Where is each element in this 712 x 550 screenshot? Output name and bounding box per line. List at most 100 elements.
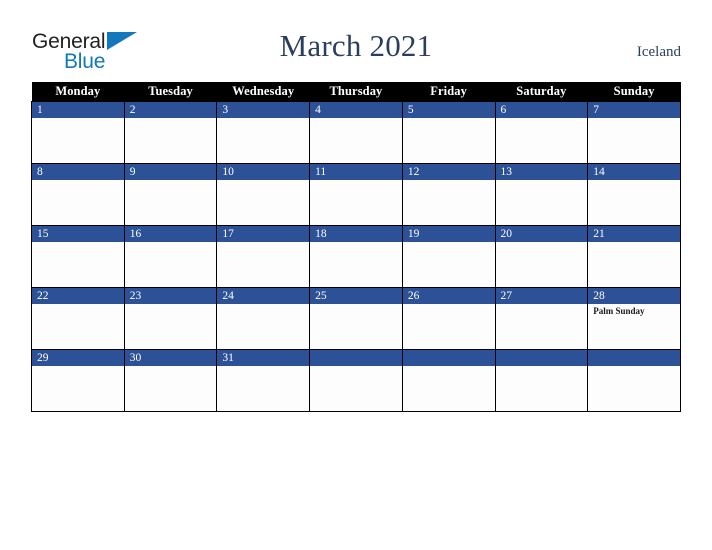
day-number: 9 (124, 164, 217, 180)
day-cell[interactable]: 31 (216, 349, 311, 412)
day-cell[interactable]: 4 (309, 101, 403, 164)
day-cell[interactable]: 1 (31, 101, 125, 164)
day-event (217, 366, 309, 368)
day-cell[interactable]: 23 (123, 287, 218, 350)
day-cell[interactable]: 13 (494, 163, 589, 226)
day-cell[interactable] (401, 349, 496, 412)
weekday-header-wednesday: Wednesday (216, 82, 310, 102)
day-event (403, 304, 495, 306)
day-cell[interactable]: 5 (401, 101, 496, 164)
day-cell[interactable]: 25 (309, 287, 403, 350)
day-number: 4 (310, 102, 402, 118)
day-event (496, 118, 588, 120)
day-cell[interactable]: 3 (216, 101, 311, 164)
day-event (496, 366, 588, 368)
day-cell[interactable]: 30 (123, 349, 218, 412)
day-event (125, 118, 217, 120)
weekday-header-friday: Friday (402, 82, 496, 102)
day-cell[interactable]: 6 (494, 101, 589, 164)
day-event (588, 180, 680, 182)
day-cell[interactable]: 12 (401, 163, 496, 226)
day-event (217, 180, 309, 182)
day-event (588, 242, 680, 244)
day-cell[interactable]: 26 (401, 287, 496, 350)
day-number: 27 (495, 288, 588, 304)
day-cell[interactable]: 11 (309, 163, 403, 226)
day-cell[interactable]: 14 (587, 163, 681, 226)
week-row: 15 16 17 18 19 20 21 (31, 225, 681, 288)
weekday-header-sunday: Sunday (587, 82, 681, 102)
day-cell[interactable]: 7 (587, 101, 681, 164)
day-cell[interactable]: 24 (216, 287, 311, 350)
day-cell[interactable]: 22 (31, 287, 125, 350)
day-cell[interactable]: 18 (309, 225, 403, 288)
day-number: 25 (310, 288, 402, 304)
day-event (403, 242, 495, 244)
day-number: 13 (495, 164, 588, 180)
week-row: 29 30 31 (31, 349, 681, 412)
day-cell[interactable]: 28 Palm Sunday (587, 287, 681, 350)
day-cell[interactable] (309, 349, 403, 412)
day-event (217, 118, 309, 120)
day-event (125, 180, 217, 182)
day-event (32, 242, 124, 244)
day-number: 31 (217, 350, 310, 366)
day-event (403, 118, 495, 120)
day-event (125, 304, 217, 306)
day-event (588, 118, 680, 120)
day-cell[interactable] (494, 349, 589, 412)
day-number: 22 (32, 288, 124, 304)
day-cell[interactable] (587, 349, 681, 412)
day-cell[interactable]: 9 (123, 163, 218, 226)
day-number (588, 350, 680, 366)
day-cell[interactable]: 20 (494, 225, 589, 288)
day-number: 30 (124, 350, 217, 366)
day-number: 24 (217, 288, 310, 304)
day-cell[interactable]: 15 (31, 225, 125, 288)
day-event (32, 118, 124, 120)
day-number: 28 (588, 288, 680, 304)
day-cell[interactable]: 17 (216, 225, 311, 288)
day-number: 14 (588, 164, 680, 180)
region-label: Iceland (636, 44, 681, 60)
weekday-header-saturday: Saturday (495, 82, 588, 102)
day-number (402, 350, 495, 366)
day-event (588, 366, 680, 368)
weekday-header-tuesday: Tuesday (124, 82, 217, 102)
page-header: General Blue March 2021 Iceland (0, 0, 712, 82)
day-number: 21 (588, 226, 680, 242)
day-event (496, 242, 588, 244)
day-number: 18 (310, 226, 402, 242)
day-number: 11 (310, 164, 402, 180)
day-number: 3 (217, 102, 310, 118)
day-event (496, 180, 588, 182)
day-number: 15 (32, 226, 124, 242)
day-number: 12 (402, 164, 495, 180)
day-event (32, 366, 124, 368)
weekday-header-monday: Monday (31, 82, 125, 102)
day-event (310, 118, 402, 120)
weekday-header-thursday: Thursday (309, 82, 403, 102)
day-cell[interactable]: 16 (123, 225, 218, 288)
day-cell[interactable]: 19 (401, 225, 496, 288)
week-row: 8 9 10 11 12 13 14 (31, 163, 681, 226)
day-event (125, 366, 217, 368)
day-cell[interactable]: 8 (31, 163, 125, 226)
day-event (310, 366, 402, 368)
day-cell[interactable]: 21 (587, 225, 681, 288)
day-cell[interactable]: 27 (494, 287, 589, 350)
day-event (217, 242, 309, 244)
day-event: Palm Sunday (593, 306, 645, 316)
day-event (496, 304, 588, 306)
day-event (310, 242, 402, 244)
day-number: 5 (402, 102, 495, 118)
day-number: 19 (402, 226, 495, 242)
day-cell[interactable]: 2 (123, 101, 218, 164)
week-row: 22 23 24 25 26 27 28 Palm Sunday (31, 287, 681, 350)
day-number: 26 (402, 288, 495, 304)
day-event (403, 180, 495, 182)
day-cell[interactable]: 29 (31, 349, 125, 412)
day-event (125, 242, 217, 244)
day-cell[interactable]: 10 (216, 163, 311, 226)
day-number: 29 (32, 350, 124, 366)
